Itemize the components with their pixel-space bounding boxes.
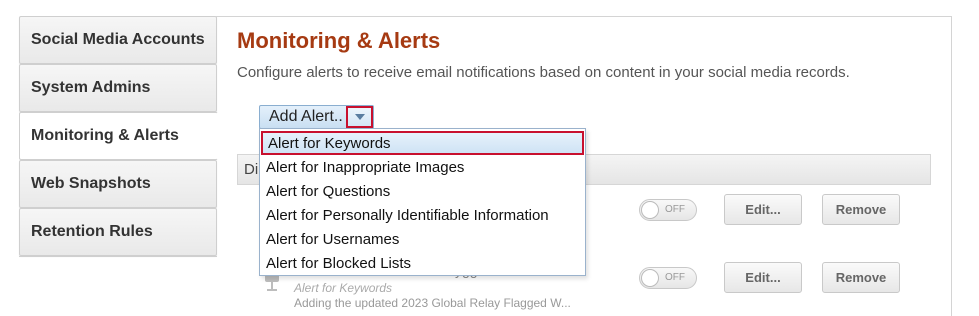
page-title: Monitoring & Alerts bbox=[237, 28, 441, 53]
row-alert-description: Adding the updated 2023 Global Relay Fla… bbox=[294, 296, 571, 310]
sidebar-item-monitoring-alerts[interactable]: Monitoring & Alerts bbox=[19, 112, 218, 160]
add-alert-dropdown-toggle[interactable] bbox=[346, 106, 373, 128]
toggle-knob bbox=[641, 269, 659, 287]
sidebar-item-web-snapshots[interactable]: Web Snapshots bbox=[19, 160, 217, 208]
column-header-fragment: Di bbox=[244, 161, 259, 178]
sidebar-item-label: Monitoring & Alerts bbox=[31, 127, 179, 144]
toggle-label: OFF bbox=[665, 272, 685, 283]
remove-alert-button[interactable]: Remove bbox=[822, 262, 900, 293]
add-alert-menu: Alert for Keywords Alert for Inappropria… bbox=[259, 128, 586, 276]
sidebar-item-system-admins[interactable]: System Admins bbox=[19, 64, 217, 112]
add-alert-label: Add Alert.. bbox=[269, 108, 343, 125]
edit-alert-button[interactable]: Edit... bbox=[724, 262, 802, 293]
settings-sidebar: Social Media Accounts System Admins Moni… bbox=[19, 16, 218, 256]
menu-item-alert-for-inappropriate-images[interactable]: Alert for Inappropriate Images bbox=[266, 155, 464, 179]
menu-item-alert-for-questions[interactable]: Alert for Questions bbox=[266, 179, 390, 203]
sidebar-divider bbox=[19, 256, 217, 257]
sidebar-item-retention-rules[interactable]: Retention Rules bbox=[19, 208, 217, 256]
alert-enable-toggle[interactable]: OFF bbox=[639, 267, 697, 289]
menu-item-alert-for-usernames[interactable]: Alert for Usernames bbox=[266, 227, 399, 251]
menu-item-alert-for-pii[interactable]: Alert for Personally Identifiable Inform… bbox=[266, 203, 549, 227]
menu-item-alert-for-keywords[interactable]: Alert for Keywords bbox=[261, 131, 584, 155]
page-description: Configure alerts to receive email notifi… bbox=[237, 64, 850, 81]
sidebar-item-label: Retention Rules bbox=[31, 223, 153, 240]
sidebar-item-social-media-accounts[interactable]: Social Media Accounts bbox=[19, 16, 217, 64]
toggle-label: OFF bbox=[665, 204, 685, 215]
sidebar-item-label: Web Snapshots bbox=[31, 175, 151, 192]
toggle-knob bbox=[641, 201, 659, 219]
row-alert-type: Alert for Keywords bbox=[294, 281, 393, 295]
menu-item-alert-for-blocked-lists[interactable]: Alert for Blocked Lists bbox=[266, 251, 411, 275]
sidebar-item-label: System Admins bbox=[31, 79, 151, 96]
alert-enable-toggle[interactable]: OFF bbox=[639, 199, 697, 221]
sidebar-item-label: Social Media Accounts bbox=[31, 31, 205, 48]
chevron-down-icon bbox=[354, 114, 365, 120]
remove-alert-button[interactable]: Remove bbox=[822, 194, 900, 225]
edit-alert-button[interactable]: Edit... bbox=[724, 194, 802, 225]
